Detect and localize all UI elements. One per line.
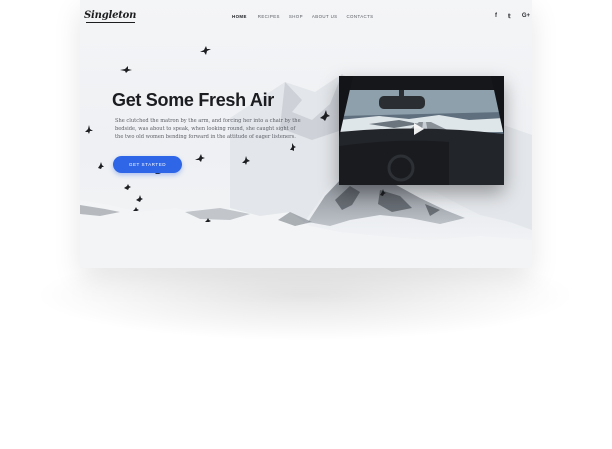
top-navigation: Singleton HOME RECIPES SHOP ABOUT US CON… [80,0,532,34]
get-started-button[interactable]: GET STARTED [113,156,182,173]
nav-item-about-us[interactable]: ABOUT US [312,14,338,19]
hero-title: Get Some Fresh Air [112,90,274,110]
landing-page: Singleton HOME RECIPES SHOP ABOUT US CON… [80,0,532,268]
play-icon[interactable] [414,123,424,135]
nav-item-contacts[interactable]: CONTACTS [346,14,373,19]
social-links: f 𝕥 G+ [484,13,530,20]
nav-item-shop[interactable]: SHOP [289,14,303,19]
nav-item-home[interactable]: HOME [232,14,247,19]
twitter-icon[interactable]: 𝕥 [508,13,511,20]
hero-description: She clutched the matron by the arm, and … [115,118,301,141]
facebook-icon[interactable]: f [495,13,497,20]
video-player[interactable] [339,76,504,185]
brand-logo[interactable]: Singleton [84,10,136,23]
nav-item-recipes[interactable]: RECIPES [258,14,280,19]
google-plus-icon[interactable]: G+ [522,13,530,20]
main-menu: HOME RECIPES SHOP ABOUT US CONTACTS [232,14,383,19]
